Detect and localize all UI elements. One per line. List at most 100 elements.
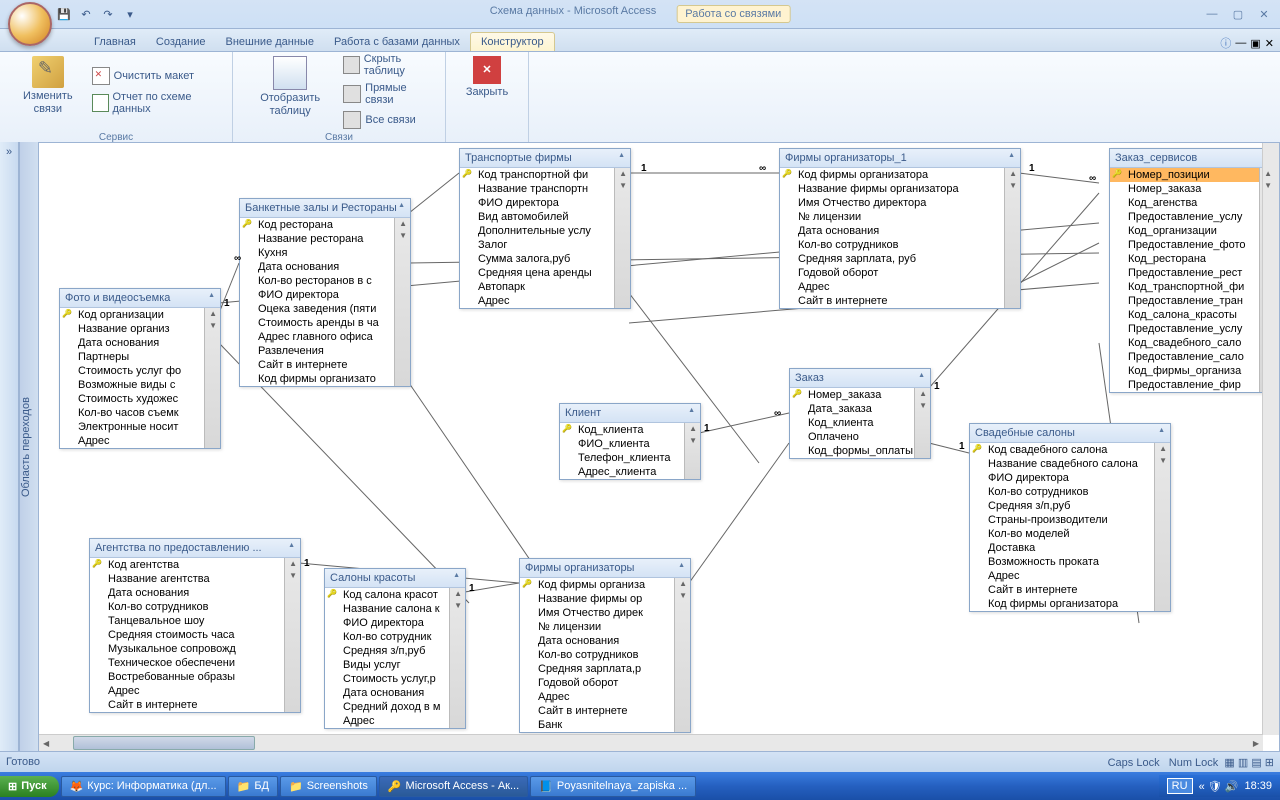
lang-indicator[interactable]: RU (1167, 778, 1193, 794)
tab-home[interactable]: Главная (84, 33, 146, 51)
field[interactable]: Название фирмы ор (520, 592, 690, 606)
field[interactable]: Средняя зарплата,р (520, 662, 690, 676)
field[interactable]: Дата_заказа (790, 402, 930, 416)
table-header[interactable]: Заказ (790, 369, 930, 388)
field[interactable]: Кол-во сотрудников (780, 238, 1020, 252)
field[interactable]: № лицензии (520, 620, 690, 634)
tab-dbtools[interactable]: Работа с базами данных (324, 33, 470, 51)
field[interactable]: Дата основания (780, 224, 1020, 238)
field[interactable]: Кухня (240, 246, 410, 260)
field[interactable]: Средняя з/п,руб (325, 644, 465, 658)
field[interactable]: Код_фирмы_организа (1110, 364, 1275, 378)
table-zakaz-servisov[interactable]: Заказ_сервисовНомер_позицииНомер_заказаК… (1109, 148, 1276, 393)
field[interactable]: Залог (460, 238, 630, 252)
hide-table-button[interactable]: Скрыть таблицу (341, 51, 439, 79)
field[interactable]: Дата основания (520, 634, 690, 648)
task-access[interactable]: 🔑Microsoft Access - Ак... (379, 776, 528, 797)
field[interactable]: Код агентства (90, 558, 300, 572)
field[interactable]: Адрес (460, 294, 630, 308)
field[interactable]: Кол-во сотрудник (325, 630, 465, 644)
start-button[interactable]: ⊞Пуск (0, 776, 59, 797)
field[interactable]: Партнеры (60, 350, 220, 364)
tab-design[interactable]: Конструктор (470, 32, 555, 51)
field[interactable]: Код_клиента (790, 416, 930, 430)
field[interactable]: Название организ (60, 322, 220, 336)
field[interactable]: Код организации (60, 308, 220, 322)
field[interactable]: Код_свадебного_сало (1110, 336, 1275, 350)
field[interactable]: Код_агенства (1110, 196, 1275, 210)
table-wedding[interactable]: Свадебные салоныКод свадебного салонаНаз… (969, 423, 1171, 612)
field[interactable]: ФИО директора (240, 288, 410, 302)
field[interactable]: Электронные носит (60, 420, 220, 434)
relation-report-button[interactable]: Отчет по схеме данных (90, 89, 226, 117)
table-banquet[interactable]: Банкетные залы и РестораныКод ресторанаН… (239, 198, 411, 387)
field[interactable]: Кол-во сотрудников (970, 485, 1170, 499)
field[interactable]: Название свадебного салона (970, 457, 1170, 471)
table-firms1[interactable]: Фирмы организаторы_1Код фирмы организато… (779, 148, 1021, 309)
field[interactable]: Предоставление_услу (1110, 322, 1275, 336)
field[interactable]: Средняя цена аренды (460, 266, 630, 280)
all-relations-button[interactable]: Все связи (341, 109, 439, 131)
field[interactable]: Кол-во сотрудников (90, 600, 300, 614)
field[interactable]: Название транспортн (460, 182, 630, 196)
doc-close-icon[interactable]: ✕ (1265, 37, 1274, 50)
field[interactable]: Кол-во моделей (970, 527, 1170, 541)
system-tray[interactable]: RU « 🛡 🔊 18:39 (1159, 775, 1280, 797)
view-buttons[interactable]: ▦ ▥ ▤ ⊞ (1224, 757, 1274, 769)
table-header[interactable]: Клиент (560, 404, 700, 423)
field[interactable]: Код фирмы организато (240, 372, 410, 386)
tray-icons[interactable]: « 🛡 🔊 (1199, 780, 1239, 793)
field[interactable]: Код салона красот (325, 588, 465, 602)
field[interactable]: Код_организации (1110, 224, 1275, 238)
field[interactable]: Телефон_клиента (560, 451, 700, 465)
field[interactable]: Стоимость художес (60, 392, 220, 406)
table-header[interactable]: Банкетные залы и Рестораны (240, 199, 410, 218)
field[interactable]: Сумма залога,руб (460, 252, 630, 266)
field[interactable]: Предоставление_фото (1110, 238, 1275, 252)
field[interactable]: Код свадебного салона (970, 443, 1170, 457)
redo-icon[interactable]: ↷ (98, 4, 118, 24)
field[interactable]: Кол-во сотрудников (520, 648, 690, 662)
field[interactable]: Код ресторана (240, 218, 410, 232)
table-header[interactable]: Фото и видеосъемка (60, 289, 220, 308)
field[interactable]: Адрес (520, 690, 690, 704)
field[interactable]: Адрес_клиента (560, 465, 700, 479)
undo-icon[interactable]: ↶ (76, 4, 96, 24)
table-zakaz[interactable]: ЗаказНомер_заказаДата_заказаКод_клиентаО… (789, 368, 931, 459)
doc-restore-icon[interactable]: ▣ (1250, 37, 1260, 50)
field[interactable]: Код_салона_красоты (1110, 308, 1275, 322)
field[interactable]: Вид автомобилей (460, 210, 630, 224)
table-header[interactable]: Агентства по предоставлению ... (90, 539, 300, 558)
field[interactable]: Возможность проката (970, 555, 1170, 569)
tab-create[interactable]: Создание (146, 33, 216, 51)
field[interactable]: Код_транспортной_фи (1110, 280, 1275, 294)
field[interactable]: Код_формы_оплаты (790, 444, 930, 458)
field[interactable]: Предоставление_тран (1110, 294, 1275, 308)
qat-dropdown-icon[interactable]: ▾ (120, 4, 140, 24)
field[interactable]: Название ресторана (240, 232, 410, 246)
minimize-icon[interactable]: — (1200, 6, 1224, 22)
table-header[interactable]: Заказ_сервисов (1110, 149, 1275, 168)
field[interactable]: Дата основания (240, 260, 410, 274)
field[interactable]: № лицензии (780, 210, 1020, 224)
table-photo[interactable]: Фото и видеосъемкаКод организацииНазвани… (59, 288, 221, 449)
field[interactable]: Годовой оборот (780, 266, 1020, 280)
field[interactable]: Востребованные образы (90, 670, 300, 684)
table-salon[interactable]: Салоны красотыКод салона красотНазвание … (324, 568, 466, 729)
field[interactable]: Техническое обеспечени (90, 656, 300, 670)
field[interactable]: Код_клиента (560, 423, 700, 437)
field[interactable]: Стоимость услуг,р (325, 672, 465, 686)
field[interactable]: Номер_заказа (790, 388, 930, 402)
field[interactable]: Средний доход в м (325, 700, 465, 714)
field[interactable]: Музыкальное сопровожд (90, 642, 300, 656)
task-folder-bd[interactable]: 📁БД (228, 776, 278, 797)
table-client[interactable]: КлиентКод_клиентаФИО_клиентаТелефон_клие… (559, 403, 701, 480)
close-button[interactable]: Закрыть (452, 54, 522, 101)
field[interactable]: Предоставление_сало (1110, 350, 1275, 364)
field[interactable]: Сайт в интернете (520, 704, 690, 718)
field[interactable]: Код транспортной фи (460, 168, 630, 182)
table-transport[interactable]: Транспортые фирмыКод транспортной фиНазв… (459, 148, 631, 309)
field[interactable]: ФИО директора (325, 616, 465, 630)
field[interactable]: Код_ресторана (1110, 252, 1275, 266)
field[interactable]: Дата основания (60, 336, 220, 350)
